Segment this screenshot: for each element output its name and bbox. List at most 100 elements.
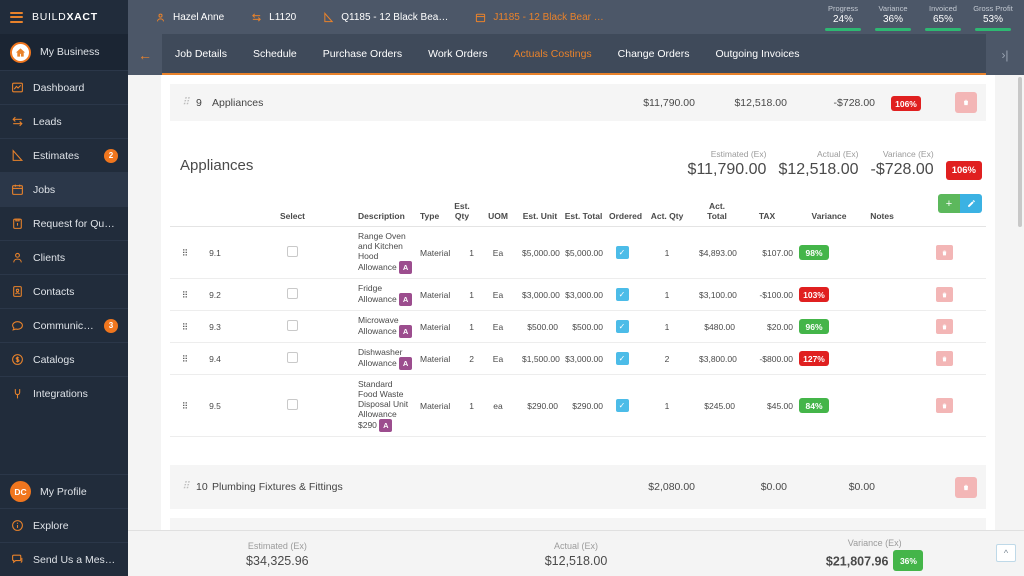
row-act-qty[interactable]: 2: [638, 342, 696, 375]
sidebar-item-my-profile[interactable]: DC My Profile: [0, 474, 128, 508]
row-notes[interactable]: [862, 310, 902, 343]
sidebar-item-contacts[interactable]: Contacts: [0, 274, 128, 308]
group-name: Plumbing Fixtures & Fittings: [212, 481, 343, 493]
row-act-total[interactable]: $3,100.00: [696, 278, 738, 311]
vertical-scrollbar[interactable]: [1018, 77, 1022, 227]
tab-outgoing-invoices[interactable]: Outgoing Invoices: [702, 34, 812, 73]
row-notes[interactable]: [862, 278, 902, 311]
row-act-total[interactable]: $245.00: [696, 374, 738, 437]
row-tax: $107.00: [738, 226, 796, 279]
breadcrumb-contact[interactable]: Hazel Anne: [154, 11, 224, 24]
ordered-checkbox[interactable]: ✓: [615, 246, 629, 259]
drag-handle-icon[interactable]: ⠿: [170, 342, 200, 375]
sidebar-item-communications[interactable]: Communica… 3: [0, 308, 128, 342]
scroll-region[interactable]: ⠿ 9 Appliances $11,790.00 $12,518.00 -$7…: [128, 75, 1024, 530]
table-row[interactable]: ⠿ 9.3 Microwave Allowance A Material 1 E…: [170, 310, 986, 343]
table-row[interactable]: ⠿ 9.5 Standard Food Waste Disposal Unit …: [170, 374, 986, 437]
card-title: Appliances: [180, 157, 254, 174]
row-type: Material: [417, 310, 450, 343]
back-arrow-icon[interactable]: ←: [128, 34, 162, 75]
ordered-checkbox[interactable]: ✓: [615, 352, 629, 365]
sidebar-item-estimates[interactable]: Estimates 2: [0, 138, 128, 172]
sidebar-item-leads[interactable]: Leads: [0, 104, 128, 138]
select-checkbox[interactable]: [287, 246, 298, 257]
row-actions: [902, 278, 986, 311]
row-notes[interactable]: [862, 374, 902, 437]
scroll-to-top-button[interactable]: ^: [996, 544, 1016, 562]
sidebar-item-my-business[interactable]: My Business: [0, 34, 128, 70]
row-act-total[interactable]: $3,800.00: [696, 342, 738, 375]
row-act-qty[interactable]: 1: [638, 278, 696, 311]
select-checkbox[interactable]: [287, 288, 298, 299]
drag-handle-icon[interactable]: ⠿: [170, 226, 200, 279]
sidebar-item-send-us-a-message[interactable]: Send Us a Message: [0, 542, 128, 576]
ordered-checkbox[interactable]: ✓: [615, 399, 629, 412]
delete-button[interactable]: [935, 287, 953, 302]
tab-list: Job Details Schedule Purchase Orders Wor…: [162, 34, 986, 75]
row-notes[interactable]: [862, 342, 902, 375]
metric-bar: [975, 28, 1011, 31]
select-checkbox[interactable]: [287, 320, 298, 331]
drag-handle-icon[interactable]: ⠿: [170, 374, 200, 437]
card-summary: Estimated (Ex) $11,790.00 Actual (Ex) $1…: [676, 148, 982, 180]
tab-schedule[interactable]: Schedule: [240, 34, 310, 73]
row-select: [230, 374, 355, 437]
main-pane: Hazel Anne L1120 Q1185 - 12 Black Bea… J…: [128, 0, 1024, 576]
tab-work-orders[interactable]: Work Orders: [415, 34, 500, 73]
row-ordered: ✓: [606, 278, 638, 311]
delete-button[interactable]: [955, 476, 977, 498]
delete-button[interactable]: [955, 92, 977, 113]
summary-label: Estimated (Ex): [710, 149, 767, 159]
row-act-total[interactable]: $4,893.00: [696, 226, 738, 279]
drag-handle-icon[interactable]: ⠿: [182, 482, 190, 492]
summary-value: $11,790.00: [687, 161, 767, 178]
row-act-qty[interactable]: 1: [638, 310, 696, 343]
delete-button[interactable]: [935, 245, 953, 260]
row-act-qty[interactable]: 1: [638, 226, 696, 279]
edit-button[interactable]: [960, 194, 982, 213]
sidebar-item-jobs[interactable]: Jobs: [0, 172, 128, 206]
forward-arrow-icon[interactable]: ›|: [986, 34, 1024, 75]
drag-handle-icon[interactable]: ⠿: [170, 310, 200, 343]
select-checkbox[interactable]: [287, 399, 298, 410]
sidebar-item-request-for-quotes[interactable]: Request for Quotes: [0, 206, 128, 240]
drag-handle-icon[interactable]: ⠿: [170, 278, 200, 311]
tab-change-orders[interactable]: Change Orders: [605, 34, 703, 73]
delete-button[interactable]: [935, 319, 953, 334]
drag-handle-icon[interactable]: ⠿: [182, 97, 190, 107]
sidebar-item-label: Explore: [33, 519, 69, 532]
tab-job-details[interactable]: Job Details: [162, 34, 240, 73]
status-badge: 106%: [945, 161, 982, 180]
hamburger-menu-icon[interactable]: [10, 11, 23, 23]
table-row[interactable]: ⠿ 9.1 Range Oven and Kitchen Hood Allowa…: [170, 226, 986, 279]
breadcrumb-quote[interactable]: Q1185 - 12 Black Bea…: [322, 11, 448, 24]
sidebar-item-explore[interactable]: Explore: [0, 508, 128, 542]
table-row[interactable]: ⠿ 9.2 Fridge Allowance A Material 1 Ea $…: [170, 278, 986, 311]
tab-label: Job Details: [175, 47, 227, 60]
appliances-detail-card: Appliances Estimated (Ex) $11,790.00 Act…: [161, 130, 995, 443]
ordered-checkbox[interactable]: ✓: [615, 288, 629, 301]
ordered-checkbox[interactable]: ✓: [615, 320, 629, 333]
row-act-total[interactable]: $480.00: [696, 310, 738, 343]
select-checkbox[interactable]: [287, 352, 298, 363]
sidebar-item-catalogs[interactable]: Catalogs: [0, 342, 128, 376]
add-item-button[interactable]: +: [938, 194, 960, 213]
row-variance: 96%: [796, 310, 862, 343]
table-row[interactable]: ⠿ 9.4 Dishwasher Allowance A Material 2 …: [170, 342, 986, 375]
tab-purchase-orders[interactable]: Purchase Orders: [310, 34, 415, 73]
sidebar-item-integrations[interactable]: Integrations: [0, 376, 128, 410]
sidebar-item-dashboard[interactable]: Dashboard: [0, 70, 128, 104]
tab-actuals-costings[interactable]: Actuals Costings: [500, 34, 604, 73]
delete-button[interactable]: [935, 398, 953, 413]
delete-button[interactable]: [935, 351, 953, 366]
tab-bar: ← Job Details Schedule Purchase Orders W…: [128, 34, 1024, 75]
group-row-appliances-header[interactable]: ⠿ 9 Appliances $11,790.00 $12,518.00 -$7…: [170, 84, 986, 121]
group-row-electrical[interactable]: ⠿ 11 Electricial Fixtures $1,575.00 $0.0…: [170, 518, 986, 530]
breadcrumb-job[interactable]: J1185 - 12 Black Bear …: [474, 11, 604, 24]
breadcrumb-lead[interactable]: L1120: [250, 11, 296, 24]
row-act-qty[interactable]: 1: [638, 374, 696, 437]
sidebar-item-clients[interactable]: Clients: [0, 240, 128, 274]
summary-variance: Variance (Ex) -$728.00: [859, 148, 934, 180]
row-notes[interactable]: [862, 226, 902, 279]
group-row-plumbing[interactable]: ⠿ 10 Plumbing Fixtures & Fittings $2,080…: [170, 465, 986, 509]
